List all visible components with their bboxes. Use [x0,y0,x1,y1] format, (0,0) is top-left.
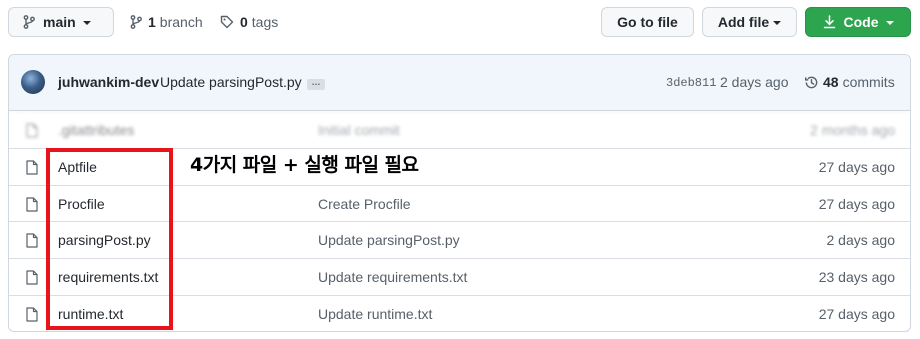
go-to-file-button[interactable]: Go to file [601,7,694,37]
git-branch-icon [130,15,142,29]
history-icon [804,76,818,88]
tags-link[interactable]: 0 tags [220,7,278,37]
commit-sha[interactable]: 3deb811 [666,76,716,90]
annotation-text: 4가지 파일 + 실행 파일 필요 [190,154,419,176]
commit-label: commits [842,74,895,90]
annotation-highlight-box [46,148,173,330]
file-commit-message[interactable]: Update requirements.txt [318,269,467,285]
chevron-down-icon [773,21,782,25]
download-icon [823,15,835,29]
commits-link[interactable]: 48 commits [804,74,895,90]
file-commit-message[interactable]: Update runtime.txt [318,306,432,322]
tag-count: 0 [240,14,248,30]
commit-author[interactable]: juhwankim-dev [58,74,159,90]
file-icon [26,307,38,322]
go-to-file-label: Go to file [617,14,678,30]
git-branch-icon [23,15,35,29]
chevron-down-icon [82,21,91,25]
branches-link[interactable]: 1 branch [130,7,203,37]
commit-date: 2 days ago [720,74,789,90]
branch-select-button[interactable]: main [8,7,114,37]
branch-label: branch [159,14,203,30]
branch-name: main [43,14,76,30]
file-commit-message[interactable]: Initial commit [318,122,400,138]
file-icon [26,233,38,248]
expand-commit-button[interactable]: … [307,78,325,90]
file-icon [26,123,38,138]
code-button[interactable]: Code [805,7,911,37]
tag-icon [220,15,234,29]
file-commit-date: 23 days ago [818,269,895,286]
file-row[interactable]: .gitattributes Initial commit 2 months a… [9,111,910,148]
file-commit-date: 2 months ago [810,122,895,138]
repo-toolbar: main 1 branch 0 tags Go to file Add file… [8,7,912,39]
commit-message[interactable]: Update parsingPost.py [160,74,302,90]
file-icon [26,160,38,175]
file-icon [26,270,38,285]
file-name[interactable]: .gitattributes [58,122,134,138]
file-commit-message[interactable]: Update parsingPost.py [318,232,460,248]
file-commit-date: 27 days ago [818,195,895,212]
avatar[interactable] [21,70,45,94]
file-commit-date: 2 days ago [826,232,896,249]
chevron-down-icon [885,21,894,25]
code-label: Code [843,14,879,30]
file-commit-message[interactable]: Create Procfile [318,196,411,212]
add-file-label: Add file [717,14,770,30]
latest-commit-bar: juhwankim-dev Update parsingPost.py … 3d… [9,55,910,111]
tag-label: tags [251,14,279,30]
file-commit-date: 27 days ago [818,158,895,175]
file-icon [26,196,38,212]
add-file-button[interactable]: Add file [702,7,797,37]
commit-count: 48 [823,74,839,90]
file-commit-date: 27 days ago [818,305,895,322]
branch-count: 1 [148,14,156,30]
